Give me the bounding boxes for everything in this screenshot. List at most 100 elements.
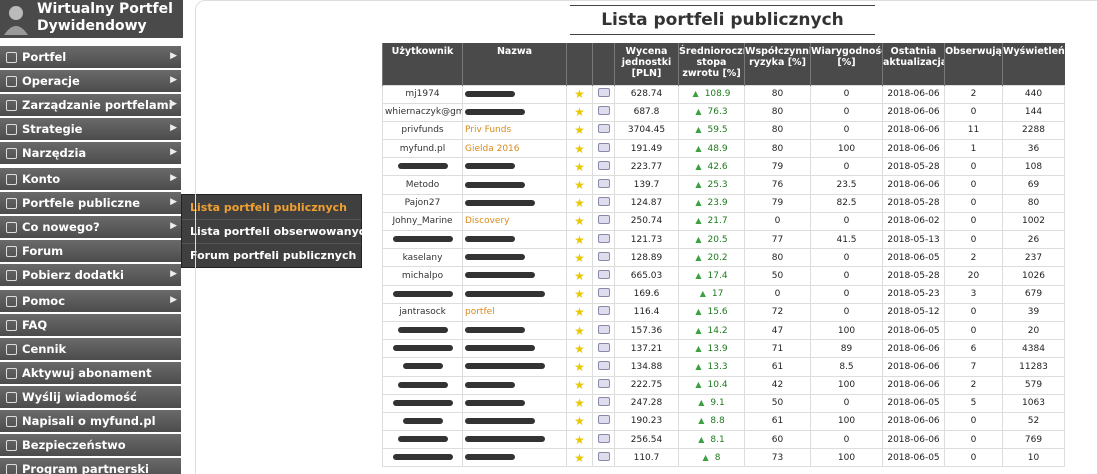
menu-item-10[interactable]: Pomoc ▶ — [0, 290, 181, 312]
cell-name[interactable] — [462, 84, 567, 104]
menu-item-16[interactable]: Bezpieczeństwo — [0, 434, 181, 456]
cell-name[interactable] — [462, 320, 567, 341]
cell-cart[interactable] — [592, 284, 615, 304]
menu-item-14[interactable]: Wyślij wiadomość — [0, 386, 181, 408]
table-row[interactable]: ★ 247.28 ▲ 9.1 50 0 2018-06-05 5 1063 — [382, 393, 1065, 413]
cart-icon[interactable] — [597, 360, 610, 370]
cell-name[interactable] — [462, 339, 567, 359]
menu-item-1[interactable]: Operacje ▶ — [0, 70, 181, 92]
table-row[interactable]: mj1974 ★ 628.74 ▲ 108.9 80 0 2018-06-06 2 440 — [382, 84, 1065, 104]
column-header-8[interactable]: Ostatnia aktualizacja — [882, 43, 945, 85]
cell-cart[interactable] — [592, 302, 615, 322]
cart-icon[interactable] — [597, 215, 610, 225]
table-row[interactable]: ★ 223.77 ▲ 42.6 79 0 2018-05-28 0 108 — [382, 157, 1065, 177]
column-header-10[interactable]: Wyświetleń — [1002, 43, 1065, 85]
cell-cart[interactable] — [592, 211, 615, 232]
menu-item-6[interactable]: Portfele publiczne ▶ — [0, 192, 181, 214]
menu-item-0[interactable]: Portfel ▶ — [0, 46, 181, 68]
cell-user[interactable]: privfunds — [382, 120, 463, 141]
menu-item-17[interactable]: Program partnerski — [0, 458, 181, 474]
column-header-0[interactable]: Użytkownik — [382, 43, 463, 85]
menu-item-4[interactable]: Narzędzia ▶ — [0, 142, 181, 164]
table-row[interactable]: Metodo ★ 139.7 ▲ 25.3 76 23.5 2018-06-06 0 69 — [382, 175, 1065, 195]
cart-icon[interactable] — [597, 233, 610, 243]
table-row[interactable]: ★ 222.75 ▲ 10.4 42 100 2018-06-06 2 579 — [382, 375, 1065, 395]
cell-name[interactable]: Discovery — [462, 211, 567, 232]
cell-user[interactable]: kaselany — [382, 248, 463, 268]
cart-icon[interactable] — [597, 379, 610, 389]
table-row[interactable]: ★ 190.23 ▲ 8.8 61 100 2018-06-06 0 52 — [382, 411, 1065, 432]
cell-cart[interactable] — [592, 393, 615, 413]
cell-cart[interactable] — [592, 139, 615, 159]
menu-item-9[interactable]: Pobierz dodatki ▶ — [0, 264, 181, 286]
cell-name[interactable] — [462, 430, 567, 450]
cell-cart[interactable] — [592, 411, 615, 432]
table-row[interactable]: myfund.pl Gielda 2016 ★ 191.49 ▲ 48.9 80 100 201… — [382, 139, 1065, 159]
cart-icon[interactable] — [597, 451, 610, 461]
cart-icon[interactable] — [597, 160, 610, 170]
table-row[interactable]: jantrasock portfel ★ 116.4 ▲ 15.6 72 0 2018-05-1… — [382, 302, 1065, 322]
table-row[interactable]: ★ 157.36 ▲ 14.2 47 100 2018-06-05 0 20 — [382, 320, 1065, 341]
cart-icon[interactable] — [597, 433, 610, 443]
menu-item-15[interactable]: Napisali o myfund.pl — [0, 410, 181, 432]
cell-name[interactable] — [462, 248, 567, 268]
menu-item-12[interactable]: Cennik — [0, 338, 181, 360]
cart-icon[interactable] — [597, 342, 610, 352]
cell-cart[interactable] — [592, 102, 615, 122]
menu-item-8[interactable]: Forum — [0, 240, 181, 262]
cell-name[interactable] — [462, 411, 567, 432]
cart-icon[interactable] — [597, 251, 610, 261]
cart-icon[interactable] — [597, 306, 610, 316]
table-row[interactable]: Pajon27 ★ 124.87 ▲ 23.9 79 82.5 2018-05-28 0 80 — [382, 193, 1065, 213]
table-row[interactable]: kaselany ★ 128.89 ▲ 20.2 80 0 2018-06-05 2 237 — [382, 248, 1065, 268]
cell-cart[interactable] — [592, 229, 615, 250]
cell-user[interactable] — [382, 320, 463, 341]
cell-cart[interactable] — [592, 448, 615, 468]
cell-cart[interactable] — [592, 120, 615, 141]
table-row[interactable]: ★ 134.88 ▲ 13.3 61 8.5 2018-06-06 7 11283 — [382, 357, 1065, 377]
column-header-2[interactable] — [566, 43, 593, 85]
cell-name[interactable] — [462, 284, 567, 304]
cart-icon[interactable] — [597, 142, 610, 152]
table-row[interactable]: ★ 169.6 ▲ 17 0 0 2018-05-23 3 679 — [382, 284, 1065, 304]
cell-user[interactable]: michalpo — [382, 266, 463, 286]
menu-item-7[interactable]: Co nowego? ▶ — [0, 216, 181, 238]
cell-user[interactable] — [382, 430, 463, 450]
table-row[interactable]: whiernaczyk@gma ★ 687.8 ▲ 76.3 80 0 2018-06-06 0… — [382, 102, 1065, 122]
cell-user[interactable] — [382, 157, 463, 177]
column-header-5[interactable]: Średnioroczna stopa zwrotu [%] — [678, 43, 745, 85]
cell-name[interactable] — [462, 102, 567, 122]
cell-cart[interactable] — [592, 84, 615, 104]
cell-cart[interactable] — [592, 157, 615, 177]
table-row[interactable]: privfunds Priv Funds ★ 3704.45 ▲ 59.5 80 0 2018-… — [382, 120, 1065, 141]
cart-icon[interactable] — [597, 397, 610, 407]
cell-user[interactable]: Metodo — [382, 175, 463, 195]
cell-name[interactable] — [462, 448, 567, 468]
cell-cart[interactable] — [592, 430, 615, 450]
cell-name[interactable] — [462, 375, 567, 395]
cart-icon[interactable] — [597, 269, 610, 279]
menu-item-5[interactable]: Konto ▶ — [0, 168, 181, 190]
cell-user[interactable] — [382, 448, 463, 468]
cell-cart[interactable] — [592, 357, 615, 377]
cart-icon[interactable] — [597, 288, 610, 298]
cart-icon[interactable] — [597, 88, 610, 98]
table-row[interactable]: ★ 256.54 ▲ 8.1 60 0 2018-06-06 0 769 — [382, 430, 1065, 450]
cell-name[interactable]: portfel — [462, 302, 567, 322]
cell-name[interactable]: Gielda 2016 — [462, 139, 567, 159]
cell-cart[interactable] — [592, 339, 615, 359]
cell-cart[interactable] — [592, 375, 615, 395]
cell-cart[interactable] — [592, 175, 615, 195]
column-header-9[interactable]: Obserwują — [944, 43, 1003, 85]
table-row[interactable]: ★ 110.7 ▲ 8 73 100 2018-06-05 0 10 — [382, 448, 1065, 468]
cell-name[interactable]: Priv Funds — [462, 120, 567, 141]
cell-name[interactable] — [462, 229, 567, 250]
menu-item-2[interactable]: Zarządzanie portfelami ▶ — [0, 94, 181, 116]
table-row[interactable]: ★ 137.21 ▲ 13.9 71 89 2018-06-06 6 4384 — [382, 339, 1065, 359]
cell-name[interactable] — [462, 266, 567, 286]
cell-user[interactable]: Pajon27 — [382, 193, 463, 213]
cell-user[interactable] — [382, 393, 463, 413]
cart-icon[interactable] — [597, 197, 610, 207]
cell-user[interactable] — [382, 375, 463, 395]
cell-user[interactable]: whiernaczyk@gma — [382, 102, 463, 122]
